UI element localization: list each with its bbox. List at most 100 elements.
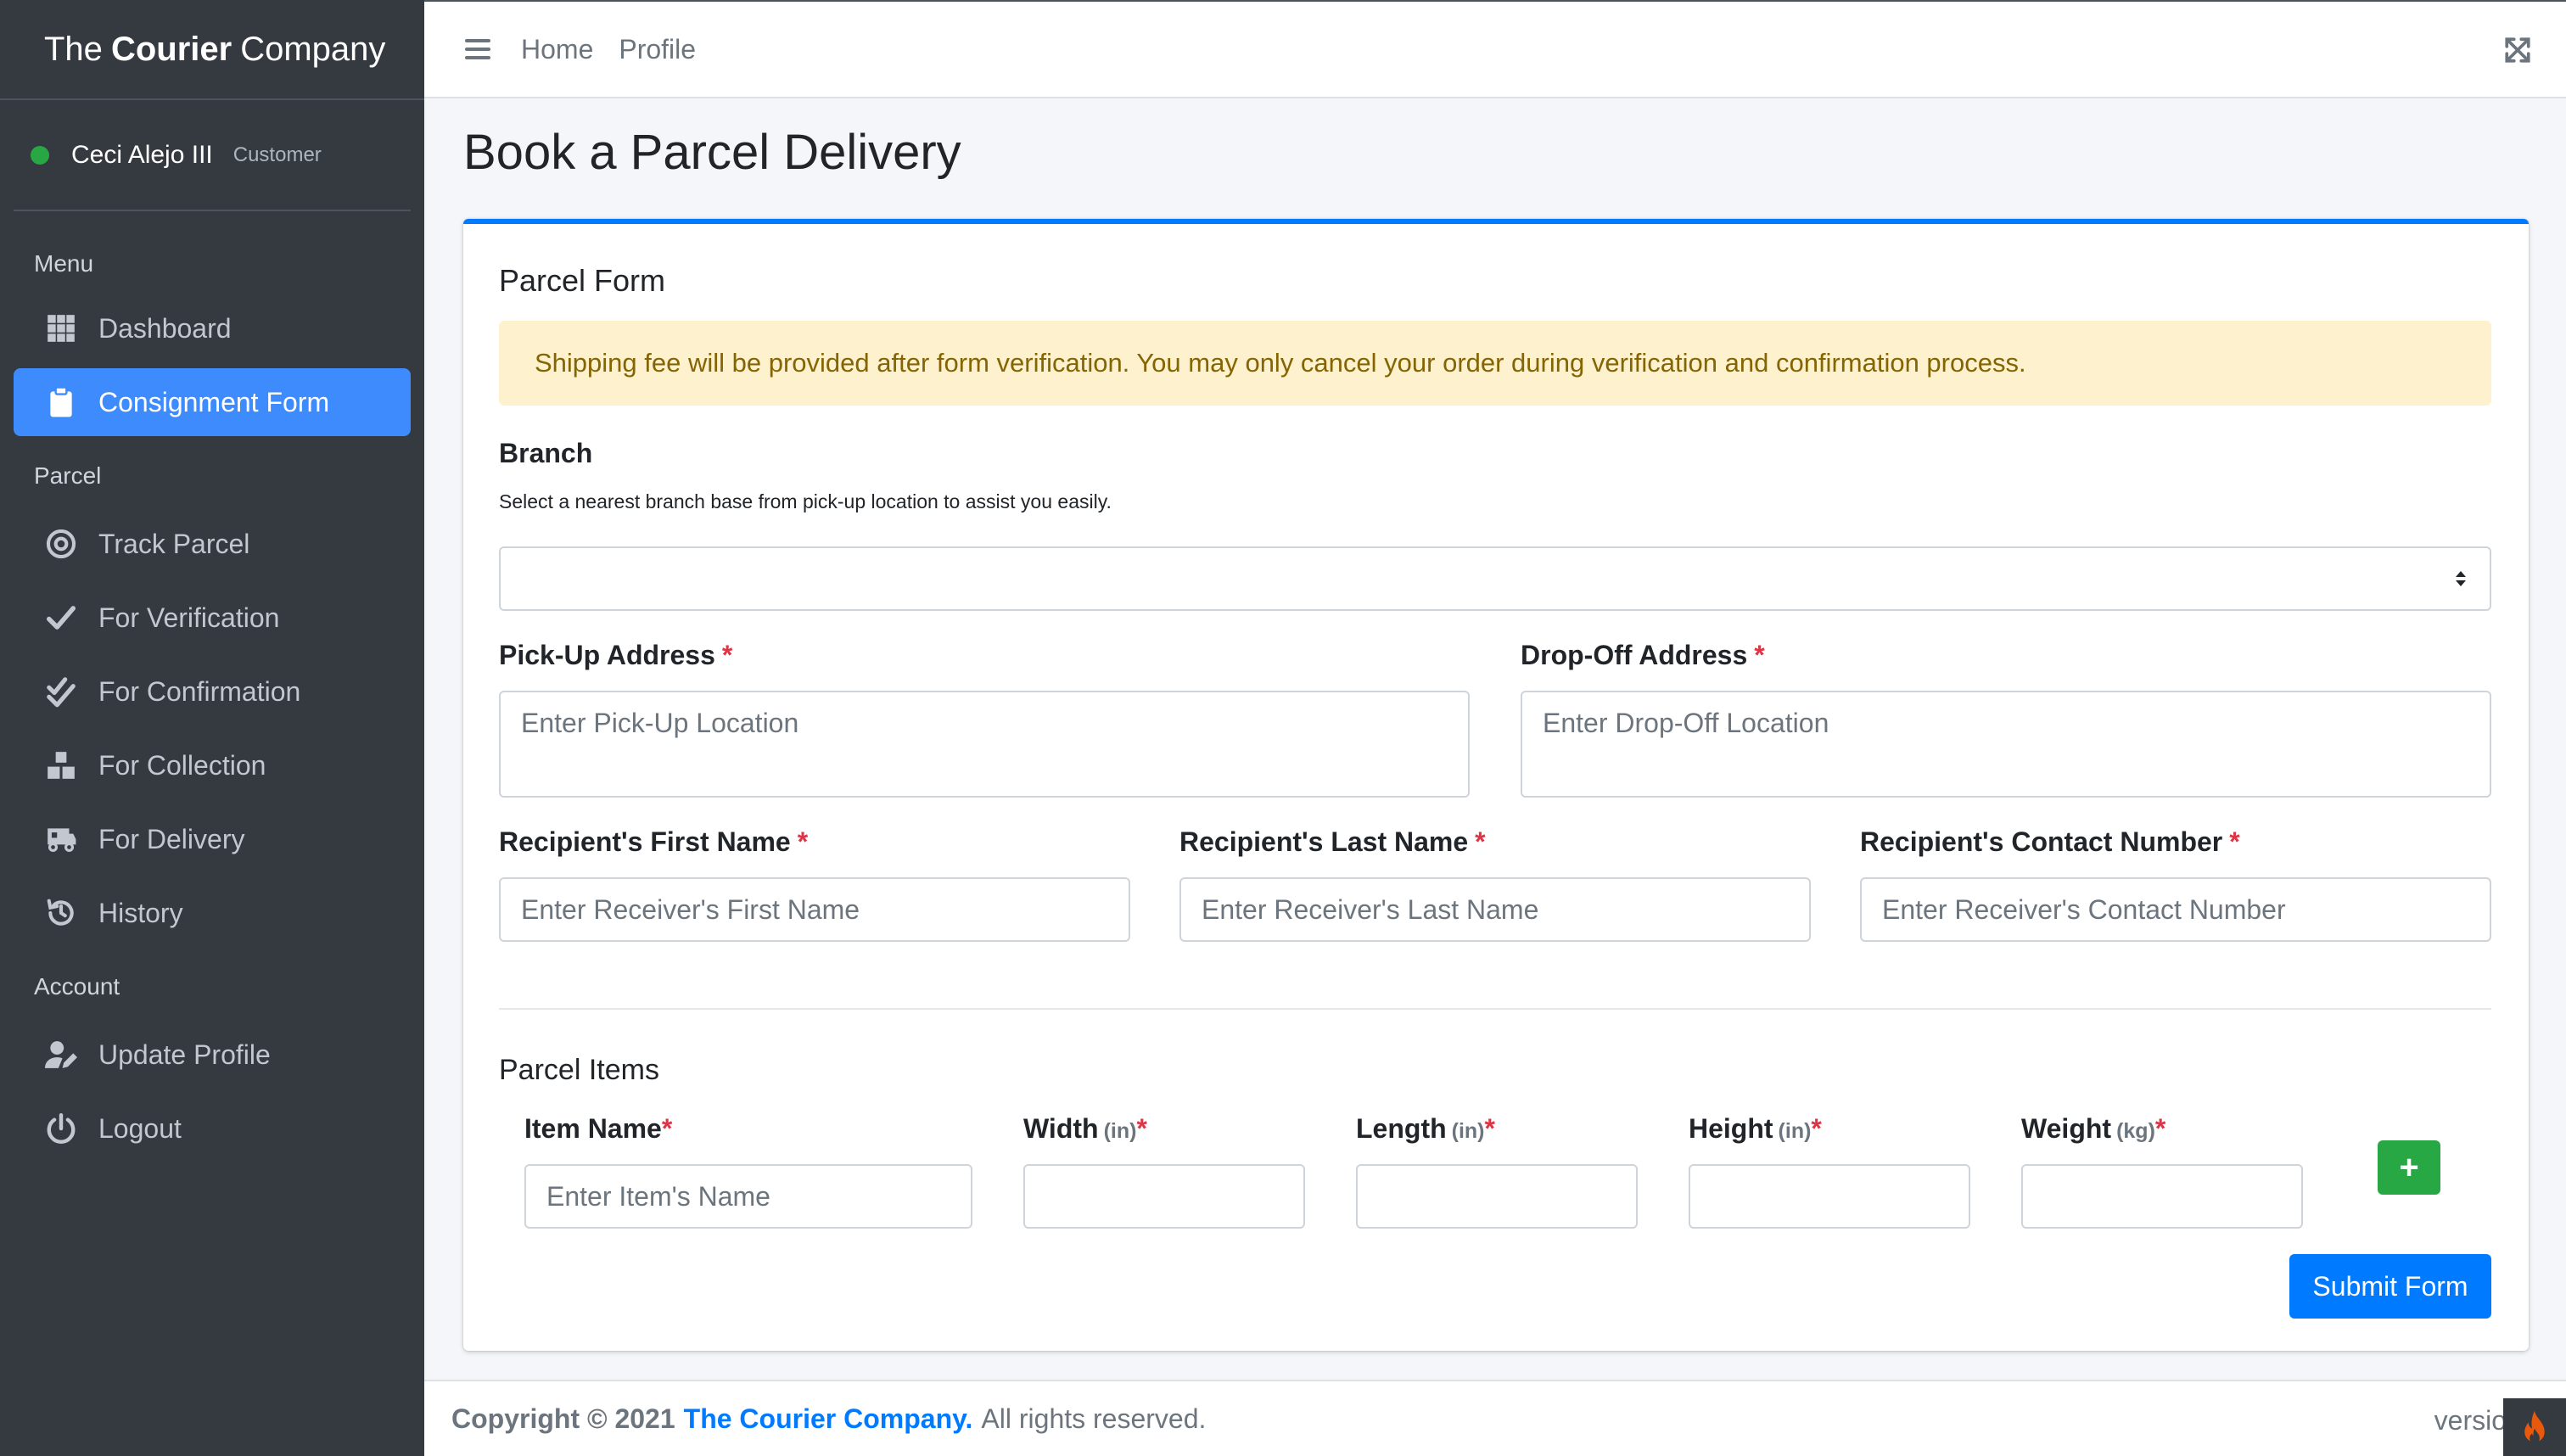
required-mark: * [661, 1113, 673, 1144]
sidebar-item-for-verification[interactable]: For Verification [14, 584, 411, 652]
required-mark: * [1754, 640, 1765, 670]
user-panel: Ceci Alejo III Customer [14, 100, 411, 211]
dropoff-label-text: Drop-Off Address [1521, 640, 1748, 670]
nav-header-account: Account [34, 973, 120, 1000]
footer: Copyright © 2021 The Courier Company. Al… [424, 1380, 2566, 1456]
brand-text-1: The [44, 30, 103, 68]
sidebar-item-logout[interactable]: Logout [14, 1095, 411, 1162]
branch-help-text: Select a nearest branch base from pick-u… [499, 490, 1112, 512]
check-icon [44, 601, 78, 635]
first-name-label: Recipient's First Name * [499, 826, 808, 858]
pickup-label: Pick-Up Address * [499, 640, 732, 671]
contact-label-text: Recipient's Contact Number [1860, 826, 2223, 857]
height-label-text: Height [1689, 1113, 1773, 1144]
brand-text-3: Company [240, 30, 386, 68]
sidebar-item-update-profile[interactable]: Update Profile [14, 1021, 411, 1089]
fire-icon[interactable] [2503, 1398, 2566, 1456]
width-input[interactable] [1023, 1164, 1305, 1229]
brand-text-2: Courier [110, 30, 233, 68]
length-input[interactable] [1356, 1164, 1638, 1229]
last-name-label: Recipient's Last Name * [1179, 826, 1486, 858]
user-role: Customer [233, 143, 322, 166]
branch-label-text: Branch [499, 438, 593, 468]
sidebar-item-label: History [98, 897, 183, 928]
required-mark: * [2229, 826, 2240, 857]
sidebar-item-for-delivery[interactable]: For Delivery [14, 805, 411, 873]
width-unit: (in) [1103, 1119, 1137, 1143]
weight-input[interactable] [2021, 1164, 2303, 1229]
sidebar-item-track-parcel[interactable]: Track Parcel [14, 510, 411, 578]
required-mark: * [797, 826, 809, 857]
length-unit: (in) [1451, 1119, 1485, 1143]
last-name-label-text: Recipient's Last Name [1179, 826, 1469, 857]
branch-label: Branch [499, 438, 592, 469]
pickup-address-input[interactable] [499, 691, 1470, 798]
card-title: Parcel Form [499, 263, 666, 298]
parcel-form-card: Parcel Form Shipping fee will be provide… [463, 219, 2529, 1351]
item-name-label: Item Name* [524, 1113, 672, 1145]
shipping-fee-alert: Shipping fee will be provided after form… [499, 321, 2491, 406]
sidebar-item-for-collection[interactable]: For Collection [14, 731, 411, 799]
parcel-items-title: Parcel Items [499, 1054, 659, 1086]
copyright-text: Copyright © 2021 [451, 1403, 675, 1434]
item-name-label-text: Item Name [524, 1113, 662, 1144]
power-icon [44, 1112, 78, 1145]
grid-icon [44, 311, 78, 345]
nav-link-profile[interactable]: Profile [619, 34, 696, 65]
required-mark: * [1484, 1113, 1495, 1144]
sidebar-item-label: For Delivery [98, 823, 245, 854]
add-item-button[interactable]: + [2378, 1140, 2440, 1195]
item-name-input[interactable] [524, 1164, 972, 1229]
required-mark: * [1136, 1113, 1147, 1144]
contact-label: Recipient's Contact Number * [1860, 826, 2240, 858]
length-label: Length (in)* [1356, 1113, 1495, 1145]
footer-rights-text: All rights reserved. [981, 1403, 1207, 1434]
dropoff-address-input[interactable] [1521, 691, 2491, 798]
top-navbar: Home Profile [424, 0, 2566, 98]
sidebar-item-for-confirmation[interactable]: For Confirmation [14, 658, 411, 725]
height-unit: (in) [1778, 1119, 1812, 1143]
dropoff-label: Drop-Off Address * [1521, 640, 1765, 671]
user-edit-icon [44, 1038, 78, 1072]
first-name-input[interactable] [499, 877, 1130, 942]
nav-header-parcel: Parcel [34, 462, 102, 489]
branch-select[interactable] [499, 546, 2491, 611]
nav-link-home[interactable]: Home [521, 34, 593, 65]
sidebar-item-label: For Collection [98, 749, 266, 781]
weight-unit: (kg) [2116, 1119, 2155, 1143]
sidebar-item-dashboard[interactable]: Dashboard [14, 294, 411, 362]
boxes-icon [44, 748, 78, 782]
height-input[interactable] [1689, 1164, 1970, 1229]
required-mark: * [1811, 1113, 1822, 1144]
required-mark: * [1475, 826, 1486, 857]
length-label-text: Length [1356, 1113, 1447, 1144]
last-name-input[interactable] [1179, 877, 1811, 942]
width-label-text: Width [1023, 1113, 1099, 1144]
menu-toggle-icon[interactable] [465, 36, 490, 62]
section-divider [499, 1008, 2491, 1010]
online-status-icon [31, 145, 49, 165]
sidebar-item-label: For Verification [98, 602, 280, 633]
submit-form-button[interactable]: Submit Form [2289, 1254, 2491, 1319]
alert-text: Shipping fee will be provided after form… [535, 348, 2026, 378]
sidebar: The Courier Company Ceci Alejo III Custo… [0, 0, 424, 1456]
brand-logo[interactable]: The Courier Company [0, 0, 424, 100]
width-label: Width (in)* [1023, 1113, 1147, 1145]
user-name[interactable]: Ceci Alejo III [71, 141, 213, 170]
truck-icon [44, 822, 78, 856]
select-caret-icon [2456, 571, 2466, 586]
sidebar-item-label: For Confirmation [98, 675, 301, 707]
first-name-label-text: Recipient's First Name [499, 826, 791, 857]
history-icon [44, 896, 78, 930]
contact-number-input[interactable] [1860, 877, 2491, 942]
fullscreen-icon[interactable] [2503, 36, 2532, 64]
sidebar-item-history[interactable]: History [14, 879, 411, 947]
clipboard-icon [44, 385, 78, 419]
target-icon [44, 527, 78, 561]
sidebar-item-label: Logout [98, 1112, 182, 1144]
sidebar-item-consignment-form[interactable]: Consignment Form [14, 368, 411, 436]
version-text: versio [2434, 1405, 2507, 1436]
footer-brand-link[interactable]: The Courier Company. [684, 1403, 973, 1435]
sidebar-item-label: Update Profile [98, 1039, 271, 1070]
required-mark: * [721, 640, 733, 670]
